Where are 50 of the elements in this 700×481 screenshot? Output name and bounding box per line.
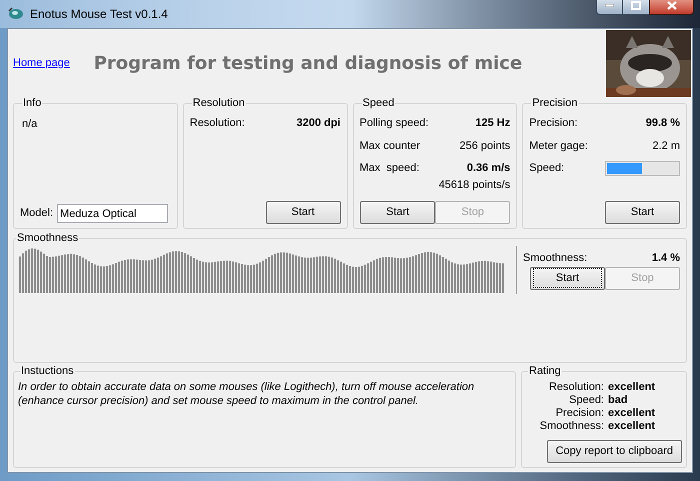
field-value: 256 points bbox=[459, 138, 510, 154]
rating-value: excellent bbox=[608, 407, 656, 420]
rating-label: Speed: bbox=[568, 394, 604, 407]
program-title: Program for testing and diagnosis of mice bbox=[92, 52, 524, 76]
field-label: Speed: bbox=[529, 161, 566, 176]
maximize-icon bbox=[631, 1, 641, 10]
rating-value: excellent bbox=[608, 381, 656, 394]
group-title: Smoothness bbox=[16, 232, 80, 245]
start-button[interactable]: Start bbox=[360, 201, 436, 224]
field-label: Precision: bbox=[529, 116, 578, 131]
field-value: 3200 dpi bbox=[296, 116, 340, 131]
home-page-link[interactable]: Home page bbox=[13, 54, 70, 72]
field-value: 45618 points/s bbox=[438, 178, 510, 192]
close-button[interactable] bbox=[649, 0, 694, 15]
rating-label: Precision: bbox=[554, 407, 604, 420]
rating-value: excellent bbox=[608, 420, 656, 433]
group-title: Instuctions bbox=[20, 365, 75, 378]
field-label: Model: bbox=[20, 206, 54, 222]
rating-label: Smoothness: bbox=[538, 420, 604, 433]
field-value: 2.2 m bbox=[652, 138, 680, 154]
minimize-icon bbox=[605, 4, 614, 7]
field-value: 99.8 % bbox=[646, 116, 680, 131]
info-text: n/a bbox=[22, 117, 38, 132]
field-label: Max speed: bbox=[360, 161, 420, 176]
field-label: Resolution: bbox=[190, 116, 245, 131]
field-value: 1.4 % bbox=[652, 251, 680, 266]
field-label: Max counter bbox=[360, 138, 420, 154]
field-label: Smoothness: bbox=[523, 251, 588, 266]
instructions-text: In order to obtain accurate data on some mouses (like Logithech), turn off mouse acceleration (enhance cursor precision) and set mouse speed to maximum in the control panel. bbox=[18, 380, 476, 408]
start-button[interactable]: Start bbox=[530, 266, 605, 290]
window-title: Enotus Mouse Test v0.1.4 bbox=[30, 6, 168, 23]
app-icon bbox=[8, 7, 24, 21]
field-label: Polling speed: bbox=[360, 116, 429, 131]
group-title: Info bbox=[22, 97, 42, 110]
rating-value: bad bbox=[608, 394, 629, 407]
group-title: Resolution bbox=[192, 97, 246, 110]
start-button[interactable]: Start bbox=[605, 201, 680, 224]
field-label: Meter gage: bbox=[529, 138, 588, 154]
copy-report-button[interactable]: Copy report to clipboard bbox=[546, 440, 682, 463]
close-icon bbox=[666, 1, 676, 10]
maximize-button[interactable] bbox=[623, 0, 649, 15]
group-title: Rating bbox=[528, 365, 562, 378]
rating-label: Resolution: bbox=[548, 381, 604, 394]
field-value: 0.36 m/s bbox=[466, 161, 510, 176]
model-input-field[interactable]: Meduza Optical bbox=[57, 204, 168, 223]
start-button[interactable]: Start bbox=[266, 201, 340, 224]
field-value: 125 Hz bbox=[475, 116, 510, 131]
group-title: Speed bbox=[362, 97, 396, 110]
minimize-button[interactable] bbox=[596, 0, 623, 15]
group-title: Precision bbox=[531, 97, 578, 110]
